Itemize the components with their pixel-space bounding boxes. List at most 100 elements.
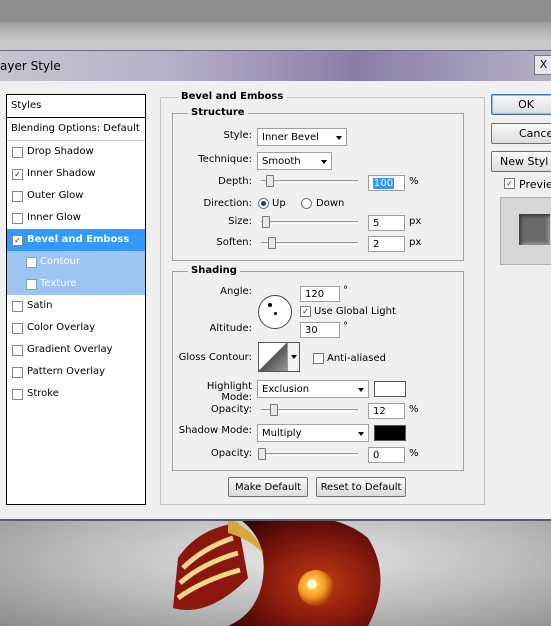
direction-up-radio[interactable] (258, 198, 269, 209)
chevron-down-icon[interactable] (287, 343, 299, 371)
make-default-button[interactable]: Make Default (228, 477, 308, 497)
angle-dial[interactable] (258, 295, 292, 329)
use-global-light-checkbox[interactable]: ✓ (300, 306, 311, 317)
highlight-mode-value: Exclusion (262, 384, 310, 395)
direction-down-radio[interactable] (301, 198, 312, 209)
style-item-gradient-overlay[interactable]: Gradient Overlay (7, 339, 145, 361)
shadow-mode-select[interactable]: Multiply (257, 424, 369, 442)
size-slider-track[interactable] (261, 221, 358, 224)
style-item-checkbox[interactable] (12, 301, 23, 312)
depth-slider-thumb[interactable] (266, 175, 274, 187)
style-item-label: Drop Shadow (27, 146, 94, 157)
style-item-inner-glow[interactable]: Inner Glow (7, 207, 145, 229)
preview-label[interactable]: Previe (519, 178, 551, 191)
technique-select-value: Smooth (262, 156, 301, 167)
technique-label: Technique: (198, 154, 252, 165)
anti-aliased-label[interactable]: Anti-aliased (327, 353, 386, 364)
ok-button[interactable]: OK (491, 94, 551, 115)
style-item-inner-shadow[interactable]: ✓ Inner Shadow (7, 163, 145, 185)
style-item-checkbox[interactable]: ✓ (12, 169, 23, 180)
soften-label: Soften: (216, 237, 252, 248)
style-item-label: Gradient Overlay (27, 344, 113, 355)
altitude-input[interactable]: 30 (300, 322, 340, 338)
style-item-checkbox[interactable]: ✓ (12, 235, 23, 246)
style-item-contour[interactable]: Contour (7, 251, 145, 273)
style-item-label: Texture (40, 278, 77, 289)
shadow-opacity-thumb[interactable] (258, 448, 266, 460)
bevel-group-title: Bevel and Emboss (178, 91, 287, 102)
use-global-light-label[interactable]: Use Global Light (314, 306, 396, 317)
angle-label: Angle: (220, 286, 252, 297)
style-item-drop-shadow[interactable]: Drop Shadow (7, 141, 145, 163)
style-item-color-overlay[interactable]: Color Overlay (7, 317, 145, 339)
highlight-mode-select[interactable]: Exclusion (257, 380, 369, 398)
soften-unit: px (409, 237, 422, 248)
style-item-checkbox[interactable] (12, 389, 23, 400)
style-item-checkbox[interactable] (12, 323, 23, 334)
style-item-checkbox[interactable] (12, 147, 23, 158)
styles-header[interactable]: Styles (7, 95, 145, 118)
cancel-button[interactable]: Cance (491, 123, 551, 144)
chevron-down-icon (358, 432, 364, 436)
angle-input[interactable]: 120 (300, 286, 340, 302)
chevron-down-icon (336, 136, 342, 140)
close-button[interactable]: X (534, 55, 551, 75)
preview-checkbox[interactable]: ✓ (504, 178, 515, 189)
style-item-checkbox[interactable] (12, 191, 23, 202)
technique-select[interactable]: Smooth (257, 152, 332, 170)
style-item-checkbox[interactable] (12, 213, 23, 224)
shadow-opacity-label: Opacity: (210, 448, 252, 459)
shadow-color-swatch[interactable] (374, 425, 406, 441)
size-unit: px (409, 216, 422, 227)
style-item-label: Pattern Overlay (27, 366, 106, 377)
highlight-opacity-thumb[interactable] (270, 404, 278, 416)
style-item-label: Stroke (27, 388, 59, 399)
new-style-button[interactable]: New Styl (491, 151, 551, 172)
soften-input[interactable]: 2 (368, 236, 405, 252)
style-item-bevel-and-emboss[interactable]: ✓ Bevel and Emboss (7, 229, 145, 251)
style-item-satin[interactable]: Satin (7, 295, 145, 317)
anti-aliased-checkbox[interactable] (313, 353, 324, 364)
shadow-mode-label: Shadow Mode: (178, 425, 252, 436)
style-item-pattern-overlay[interactable]: Pattern Overlay (7, 361, 145, 383)
shading-title: Shading (188, 265, 240, 276)
direction-up-label[interactable]: Up (272, 198, 286, 209)
style-item-label: Color Overlay (27, 322, 96, 333)
highlight-opacity-label: Opacity: (210, 404, 252, 415)
size-input[interactable]: 5 (368, 215, 405, 231)
depth-label: Depth: (218, 176, 252, 187)
depth-unit: % (409, 176, 419, 187)
style-item-stroke[interactable]: Stroke (7, 383, 145, 405)
style-item-checkbox[interactable] (12, 345, 23, 356)
direction-down-label[interactable]: Down (316, 198, 344, 209)
angle-unit: ° (343, 285, 348, 296)
size-slider-thumb[interactable] (262, 216, 270, 228)
depth-input[interactable]: 100 (368, 175, 405, 191)
shadow-opacity-input[interactable]: 0 (368, 447, 405, 463)
style-item-checkbox[interactable] (26, 257, 37, 268)
reset-to-default-button[interactable]: Reset to Default (316, 477, 406, 497)
altitude-unit: ° (343, 321, 348, 332)
preview-swatch (519, 214, 550, 245)
shadow-mode-value: Multiply (262, 428, 302, 439)
depth-slider-track[interactable] (261, 180, 358, 183)
highlight-color-swatch[interactable] (374, 381, 406, 397)
contour-curve-icon (259, 343, 287, 371)
style-select[interactable]: Inner Bevel (257, 128, 347, 146)
gloss-contour-picker[interactable] (258, 342, 300, 372)
dial-handle[interactable] (268, 303, 272, 307)
title-bar[interactable]: ayer Style X (0, 51, 551, 81)
depth-input-value: 100 (373, 178, 395, 189)
style-select-value: Inner Bevel (262, 132, 319, 143)
style-item-checkbox[interactable] (26, 279, 37, 290)
style-item-texture[interactable]: Texture (7, 273, 145, 295)
style-item-checkbox[interactable] (12, 367, 23, 378)
window-title: ayer Style (0, 59, 61, 73)
shadow-opacity-track[interactable] (261, 453, 358, 456)
blending-options-item[interactable]: Blending Options: Default (7, 118, 145, 141)
highlight-opacity-input[interactable]: 12 (368, 403, 405, 419)
direction-label: Direction: (203, 198, 252, 209)
style-item-outer-glow[interactable]: Outer Glow (7, 185, 145, 207)
shadow-opacity-unit: % (409, 448, 419, 459)
soften-slider-thumb[interactable] (268, 237, 276, 249)
